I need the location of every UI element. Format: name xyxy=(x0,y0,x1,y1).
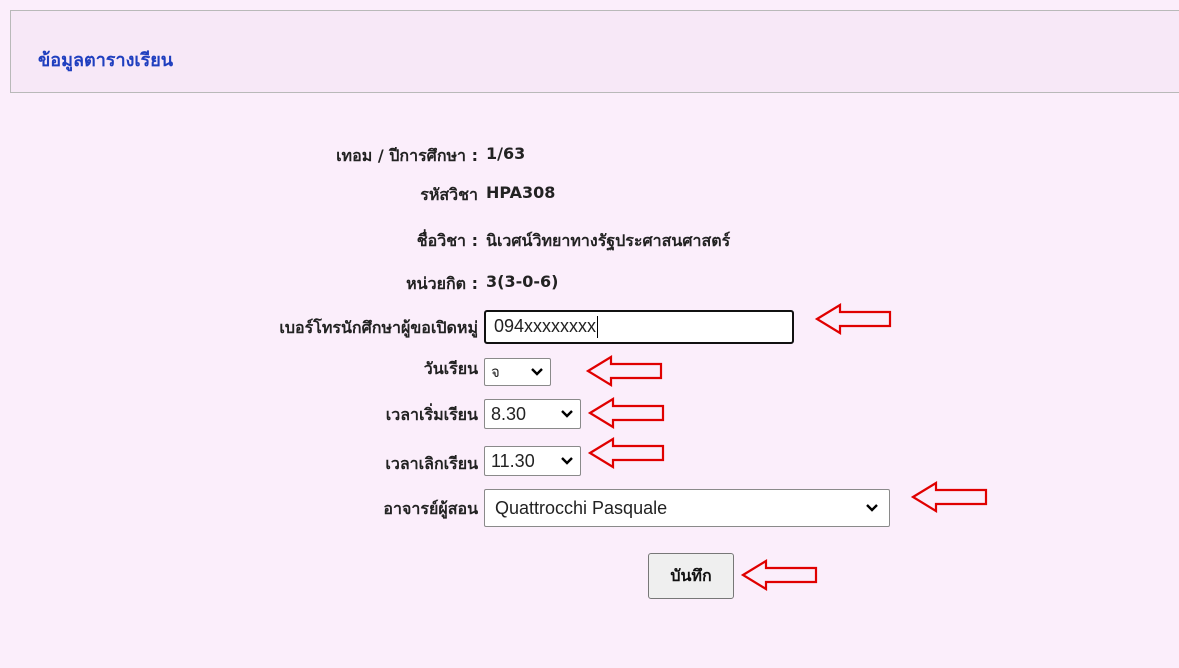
save-button[interactable]: บันทึก xyxy=(648,553,734,599)
course-code-label: รหัสวิชา xyxy=(420,185,478,204)
text-caret xyxy=(597,316,599,339)
day-select[interactable]: จ xyxy=(484,358,551,386)
credit-value: 3(3-0-6) xyxy=(486,272,559,291)
left-arrow-icon xyxy=(587,397,665,429)
left-arrow-icon xyxy=(587,437,665,469)
teacher-select-value: Quattrocchi Pasquale xyxy=(495,497,668,518)
term-value: 1/63 xyxy=(486,144,526,163)
course-name-label: ชื่อวิชา : xyxy=(416,231,478,250)
left-arrow-icon xyxy=(585,355,663,387)
term-label: เทอม / ปีการศึกษา : xyxy=(336,146,478,165)
chevron-down-icon xyxy=(866,504,878,512)
course-name-value: นิเวศน์วิทยาทางรัฐประศาสนศาสตร์ xyxy=(486,231,731,250)
chevron-down-icon xyxy=(561,457,573,465)
start-time-label: เวลาเริ่มเรียน xyxy=(385,405,478,424)
left-arrow-icon xyxy=(910,481,988,513)
teacher-select[interactable]: Quattrocchi Pasquale xyxy=(484,489,890,527)
teacher-label: อาจารย์ผู้สอน xyxy=(383,499,478,518)
end-time-select[interactable]: 11.30 xyxy=(484,446,581,476)
left-arrow-icon xyxy=(740,559,818,591)
phone-label: เบอร์โทรนักศึกษาผู้ขอเปิดหมู่ xyxy=(279,318,478,337)
phone-input[interactable]: 094xxxxxxxx xyxy=(484,310,794,344)
chevron-down-icon xyxy=(531,368,543,376)
page-title: ข้อมูลตารางเรียน xyxy=(38,50,174,71)
day-select-value: จ xyxy=(491,364,500,381)
end-time-select-value: 11.30 xyxy=(491,450,535,471)
start-time-select[interactable]: 8.30 xyxy=(484,399,581,429)
phone-input-value: 094xxxxxxxx xyxy=(494,316,597,336)
chevron-down-icon xyxy=(561,410,573,418)
course-code-value: HPA308 xyxy=(486,183,556,202)
credit-label: หน่วยกิต : xyxy=(406,274,478,293)
end-time-label: เวลาเลิกเรียน xyxy=(385,454,478,473)
day-label: วันเรียน xyxy=(423,359,478,378)
start-time-select-value: 8.30 xyxy=(491,403,527,424)
page-header: ข้อมูลตารางเรียน xyxy=(10,10,1179,93)
left-arrow-icon xyxy=(814,303,892,335)
